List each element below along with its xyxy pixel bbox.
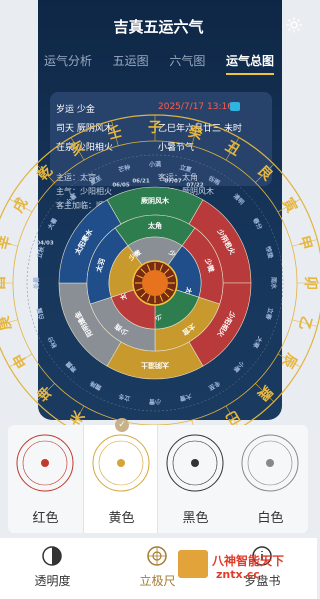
solar-term-label: 小寒 <box>231 359 247 375</box>
compass-icon <box>147 546 167 566</box>
nav-label: 透明度 <box>34 574 71 588</box>
solar-term-label: 谷雨 <box>207 174 221 187</box>
white-compass-icon <box>241 434 299 492</box>
style-white[interactable]: 白色 <box>233 425 308 533</box>
compass-char: 卯 <box>302 276 318 290</box>
date-label: 07/07 <box>164 179 181 185</box>
fortune-wheel[interactable]: 辛戌乾亥壬子癸丑艮寅甲卯乙辰巽巳丙午丁未坤申庚酉大暑小暑夏至芒种小满立夏谷雨清明… <box>0 70 320 470</box>
compass-char: 甲 <box>295 234 314 252</box>
solar-term-label: 处暑 <box>33 277 41 290</box>
app-title: 吉真五运六气 <box>113 18 204 36</box>
solar-term-label: 清明 <box>232 192 246 206</box>
solar-term-label: 夏至 <box>88 174 103 187</box>
compass-char: 壬 <box>106 123 124 143</box>
style-picker: 红色 ✓ 黄色 黑色 白色 <box>8 418 308 533</box>
compass-char: 辰 <box>278 350 299 371</box>
solar-term-label: 春分 <box>251 216 264 231</box>
style-label: 红色 <box>32 511 59 526</box>
style-yellow[interactable]: ✓ 黄色 <box>83 418 158 533</box>
compass-char: 丑 <box>222 138 242 159</box>
solar-term-label: 芒种 <box>117 163 131 174</box>
date-label: 06/05 <box>112 183 129 189</box>
solar-term-label: 惊蛰 <box>264 245 275 260</box>
red-compass-icon <box>16 434 74 492</box>
center-sun-core <box>142 270 168 296</box>
black-compass-icon <box>166 434 224 492</box>
solar-term-label: 雨水 <box>270 277 278 290</box>
date-label: 06/21 <box>132 179 149 185</box>
style-label: 黑色 <box>182 511 209 526</box>
solar-term-label: 立冬 <box>117 392 131 403</box>
date-label: 07/22 <box>186 183 203 189</box>
solar-term-label: 大暑 <box>46 217 59 231</box>
style-label: 黄色 <box>108 511 135 526</box>
compass-char: 辛 <box>0 234 15 252</box>
watermark-title: 八神智能天下 <box>212 554 285 568</box>
run-label: 太角 <box>148 221 162 230</box>
qi-label: 太阴湿土 <box>141 361 169 370</box>
compass-char: 子 <box>148 120 162 136</box>
watermark: 八神智能天下 zntx.cc <box>178 546 316 582</box>
compass-char: 申 <box>9 350 31 371</box>
compass-char: 亥 <box>67 137 88 159</box>
watermark-url: zntx.cc <box>216 568 260 581</box>
solar-term-label: 小暑 <box>63 192 78 207</box>
compass-char: 乙 <box>295 314 314 332</box>
compass-char: 庚 <box>0 314 15 332</box>
solar-term-label: 大雪 <box>179 392 193 403</box>
style-label: 白色 <box>257 511 284 526</box>
solar-term-label: 寒露 <box>63 359 79 375</box>
solar-term-label: 霜降 <box>88 379 104 393</box>
compass-char: 癸 <box>185 123 205 144</box>
solar-term-label: 秋分 <box>46 335 59 349</box>
solar-term-label: 立夏 <box>179 163 194 174</box>
nav-opacity[interactable]: 透明度 <box>0 538 105 599</box>
opacity-icon <box>42 546 62 566</box>
solar-term-label: 白露 <box>35 306 46 321</box>
compass-char: 寅 <box>279 195 301 216</box>
check-icon: ✓ <box>115 418 129 432</box>
compass-char: 艮 <box>254 163 276 185</box>
date-label: 04/03 <box>36 241 53 247</box>
app-screen: 吉真五运六气 运气分析 五运图 六气图 运气总图 岁运 少金 2025/7/17… <box>0 0 320 599</box>
solar-term-label: 立秋 <box>35 245 46 260</box>
solar-term-label: 大寒 <box>251 335 264 350</box>
solar-term-label: 立春 <box>264 307 275 322</box>
watermark-logo-icon <box>178 550 208 578</box>
solar-term-label: 小满 <box>148 161 161 169</box>
compass-char: 酉 <box>0 276 8 290</box>
solar-term-label: 冬至 <box>207 379 221 392</box>
gear-icon[interactable] <box>285 16 303 34</box>
style-red[interactable]: 红色 <box>8 425 83 533</box>
compass-char: 戌 <box>9 195 31 216</box>
qi-label: 厥阴风木 <box>141 196 170 205</box>
yellow-compass-icon <box>92 434 150 492</box>
solar-term-label: 小雪 <box>149 398 162 406</box>
style-black[interactable]: 黑色 <box>158 425 233 533</box>
